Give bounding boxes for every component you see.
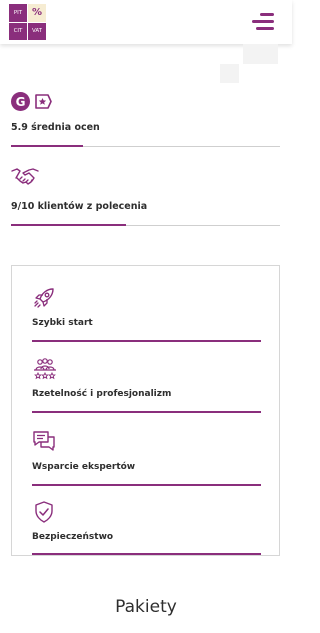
team-icon (34, 358, 56, 380)
feature-item: Wsparcie ekspertów (32, 428, 261, 486)
accent-underline (32, 411, 261, 413)
feature-item: Bezpieczeństwo (32, 500, 261, 556)
rating-star-icon (35, 94, 52, 109)
accent-underline (32, 340, 261, 342)
logo-cell-vat: VAT (28, 22, 46, 40)
decorative-block (243, 44, 278, 64)
feature-label: Rzetelność i profesjonalizm (32, 389, 172, 399)
accent-underline (32, 484, 261, 486)
shield-check-icon (35, 501, 53, 523)
feature-item: Szybki start (32, 286, 261, 342)
accent-underline (11, 145, 83, 147)
brand-logo[interactable]: PIT % CIT VAT (9, 4, 46, 40)
chat-icon (33, 431, 55, 451)
handshake-icon (11, 168, 39, 185)
rocket-icon (34, 288, 54, 308)
features-card: Szybki start Rzetelność i profesjonalizm… (11, 265, 280, 556)
logo-cell-pit: PIT (9, 4, 27, 22)
feature-label: Szybki start (32, 318, 93, 328)
logo-cell-cit: CIT (9, 22, 27, 40)
feature-label: Wsparcie ekspertów (32, 462, 136, 472)
accent-underline (11, 224, 126, 226)
accent-underline (32, 553, 261, 555)
feature-item: Rzetelność i profesjonalizm (32, 357, 261, 413)
rating-stat-label: 5.9 średnia ocen (11, 122, 100, 133)
google-icon: G (11, 92, 30, 111)
referral-stat-label: 9/10 klientów z polecenia (11, 201, 148, 212)
hamburger-menu-icon[interactable] (252, 13, 274, 31)
section-title: Pakiety (115, 597, 177, 617)
site-header: PIT % CIT VAT (0, 0, 292, 44)
feature-label: Bezpieczeństwo (32, 532, 114, 542)
decorative-block (220, 64, 239, 83)
logo-cell-percent: % (28, 4, 46, 22)
